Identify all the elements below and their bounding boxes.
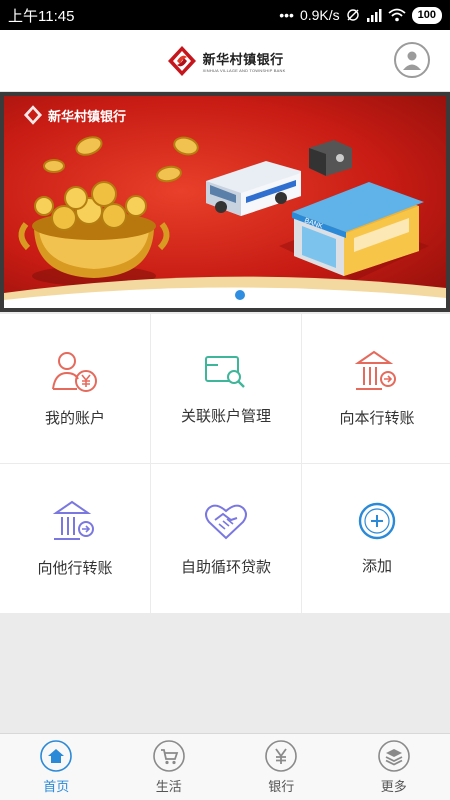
nav-label: 首页 bbox=[43, 778, 70, 794]
nav-label: 银行 bbox=[268, 778, 295, 794]
nav-more[interactable]: 更多 bbox=[338, 734, 450, 800]
network-speed: 0.9K/s bbox=[299, 7, 340, 23]
grid-item-linked-accounts[interactable]: 关联账户管理 bbox=[151, 314, 301, 463]
grid-item-add[interactable]: 添加 bbox=[302, 464, 450, 613]
status-time: 上午11:45 bbox=[8, 7, 75, 25]
bottom-nav: 首页 生活 银行 更多 bbox=[0, 733, 450, 800]
banner-logo-icon bbox=[23, 105, 43, 125]
heart-handshake-icon bbox=[205, 504, 247, 540]
bank-logo: 新华村镇银行 XINHUA VILLAGE AND TOWNSHIP BANK bbox=[165, 44, 286, 78]
bank-name: 新华村镇银行 bbox=[202, 51, 284, 67]
nav-label: 生活 bbox=[155, 778, 182, 794]
layers-icon bbox=[377, 739, 410, 772]
grid-item-label: 我的账户 bbox=[44, 410, 105, 427]
battery-badge: 100 bbox=[411, 6, 442, 24]
home-icon bbox=[40, 739, 73, 772]
user-icon bbox=[403, 51, 421, 70]
add-circle-icon bbox=[358, 502, 396, 540]
status-bar: 上午11:45 ••• 0.9K/s 100 bbox=[0, 0, 450, 30]
grid-item-label: 自助循环贷款 bbox=[180, 559, 271, 576]
nav-label: 更多 bbox=[380, 778, 407, 794]
other-bank-transfer-icon bbox=[52, 500, 94, 540]
grid-item-intra-bank-transfer[interactable]: 向本行转账 bbox=[302, 314, 450, 463]
signal-icon bbox=[366, 9, 382, 22]
grid-item-label: 添加 bbox=[361, 558, 392, 575]
nav-home[interactable]: 首页 bbox=[0, 734, 113, 800]
cart-icon bbox=[152, 739, 185, 772]
card-search-icon bbox=[205, 356, 245, 388]
promo-banner[interactable]: 新华村镇银行 BANK bbox=[0, 92, 450, 312]
banner-slide[interactable]: 新华村镇银行 BANK bbox=[4, 96, 446, 308]
account-user-yuan-icon bbox=[52, 352, 97, 392]
nav-bank[interactable]: 银行 bbox=[225, 734, 338, 800]
grid-item-inter-bank-transfer[interactable]: 向他行转账 bbox=[0, 464, 150, 613]
banner-wave bbox=[4, 276, 446, 308]
safe-illustration bbox=[309, 140, 352, 176]
yuan-icon bbox=[265, 739, 298, 772]
grid-item-revolving-loan[interactable]: 自助循环贷款 bbox=[151, 464, 301, 613]
carousel-dot-2[interactable] bbox=[220, 290, 230, 300]
app-header: 新华村镇银行 XINHUA VILLAGE AND TOWNSHIP BANK bbox=[0, 30, 450, 92]
bank-transfer-icon bbox=[354, 350, 396, 390]
status-right: ••• 0.9K/s 100 bbox=[279, 6, 442, 24]
carousel-indicator bbox=[4, 290, 446, 300]
grid-item-label: 向本行转账 bbox=[339, 410, 415, 427]
banner-logo: 新华村镇银行 bbox=[22, 104, 126, 126]
grid-item-label: 关联账户管理 bbox=[180, 408, 271, 425]
bank-name-en: XINHUA VILLAGE AND TOWNSHIP BANK bbox=[202, 67, 286, 73]
nav-life[interactable]: 生活 bbox=[113, 734, 226, 800]
wifi-icon bbox=[388, 8, 406, 22]
grid-item-label: 向他行转账 bbox=[37, 560, 113, 577]
banner-logo-text: 新华村镇银行 bbox=[48, 108, 127, 124]
alarm-off-icon bbox=[346, 9, 359, 21]
user-avatar-button[interactable] bbox=[394, 42, 430, 78]
carousel-dot-3[interactable] bbox=[235, 290, 245, 300]
more-dots-icon: ••• bbox=[279, 7, 294, 23]
carousel-dot-1[interactable] bbox=[205, 290, 215, 300]
function-grid: 我的账户 关联账户管理 向本行转账 向他行转账 自助循环贷款 添加 bbox=[0, 314, 450, 613]
grid-item-my-account[interactable]: 我的账户 bbox=[0, 314, 150, 463]
bank-logo-icon bbox=[167, 45, 196, 76]
